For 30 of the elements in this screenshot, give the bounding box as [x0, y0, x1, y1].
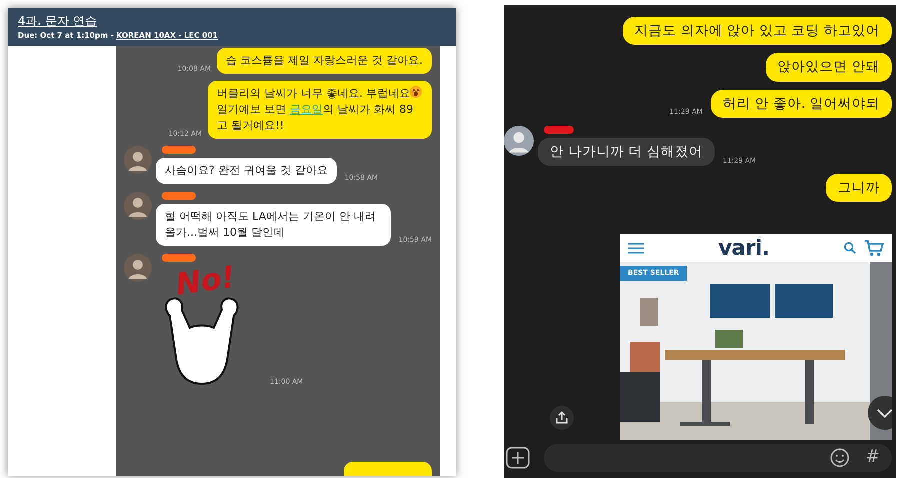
- message-bubble: 헐 어떡해 아직도 LA에서는 기온이 안 내려올가...벌써 10월 달인데: [156, 204, 391, 246]
- assignment-title[interactable]: 4과. 문자 연습: [18, 12, 446, 30]
- message-bubble: 앉아있으면 안돼: [766, 53, 892, 82]
- menu-icon[interactable]: [628, 242, 644, 254]
- redaction-mark: [162, 254, 196, 262]
- avatar: [504, 126, 534, 156]
- redaction-mark: [162, 192, 196, 200]
- message-bubble: 사슴이요? 완전 귀여울 것 같아요: [156, 158, 337, 184]
- redaction-mark: [544, 126, 574, 134]
- chevron-down-icon[interactable]: [877, 408, 892, 418]
- share-icon[interactable]: [550, 406, 574, 430]
- search-icon[interactable]: [844, 242, 856, 254]
- message-bubble: 버클리의 날씨가 너무 좋네요. 부럽네요 일기예보 보면 금요일의 날씨가 화씨 89고 될거예요!!: [208, 81, 432, 139]
- logo: vari.: [718, 238, 770, 258]
- cart-icon[interactable]: [864, 239, 884, 257]
- avatar: [124, 254, 152, 282]
- avatar: [124, 192, 152, 220]
- emoji-icon[interactable]: [830, 448, 850, 468]
- message-bubble: 지금도 의자에 앉아 있고 코딩 하고있어: [622, 17, 892, 46]
- message-bubble: 그니까: [826, 174, 892, 202]
- hashtag-button[interactable]: #: [866, 445, 880, 471]
- emoji-icon: [410, 86, 422, 98]
- message-bubble: 허리 안 좋아. 일어써야되: [710, 90, 892, 118]
- sticker-text: No!: [174, 260, 239, 301]
- avatar: [124, 146, 152, 174]
- add-icon[interactable]: [506, 447, 530, 469]
- message-bubble: 습 코스튬을 제일 자랑스러운 것 같아요.: [217, 48, 432, 74]
- message-bubble: 안 나가니까 더 심해졌어: [538, 138, 715, 166]
- redaction-mark: [162, 146, 196, 154]
- message-input[interactable]: #: [544, 444, 892, 472]
